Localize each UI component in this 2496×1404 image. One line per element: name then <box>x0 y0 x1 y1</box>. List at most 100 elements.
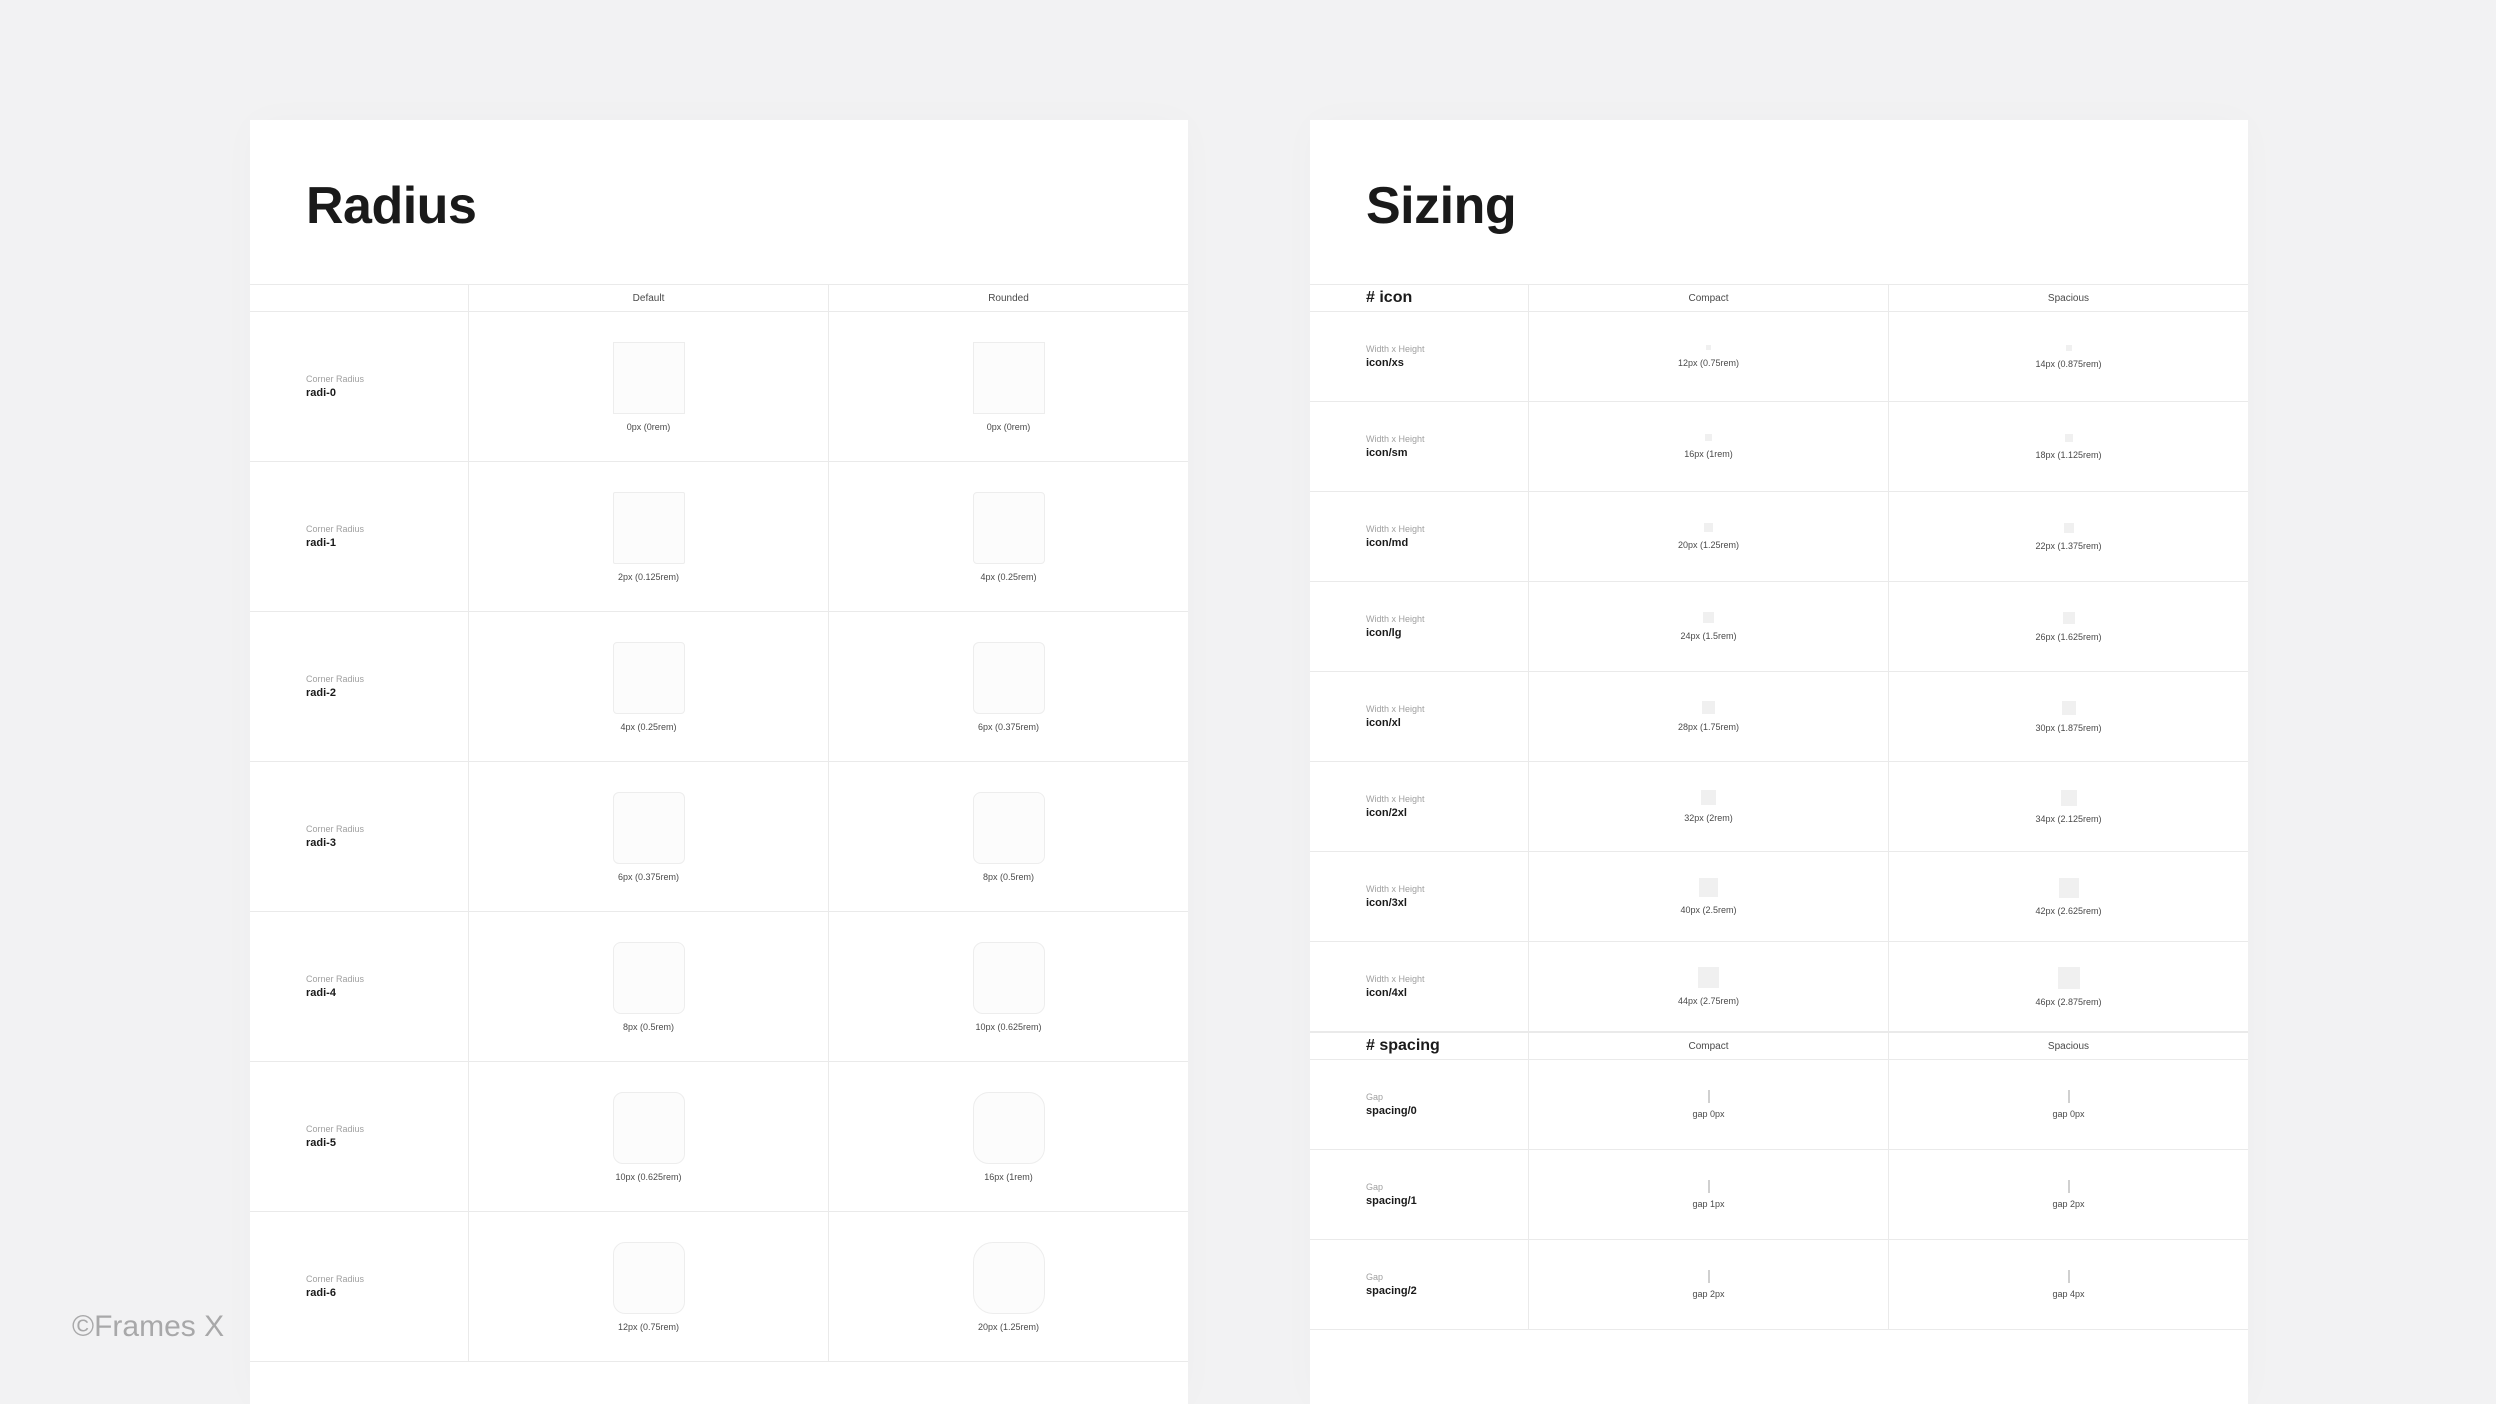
token-name: icon/lg <box>1366 627 1528 639</box>
spacing-value-spacious: gap 0px <box>2052 1109 2084 1119</box>
spacing-value-spacious: gap 4px <box>2052 1289 2084 1299</box>
icon-value-compact: 40px (2.5rem) <box>1680 905 1736 915</box>
radius-value-rounded: 16px (1rem) <box>984 1172 1033 1182</box>
icon-section-header: # icon <box>1310 289 1528 307</box>
radius-row: Corner Radius radi-0 0px (0rem) 0px (0rem) <box>250 312 1188 462</box>
radius-row: Corner Radiusradi-612px (0.75rem)20px (1… <box>250 1212 1188 1362</box>
icon-swatch-compact <box>1698 967 1719 988</box>
icon-size-row: Width x Heighticon/md20px (1.25rem)22px … <box>1310 492 2248 582</box>
token-name: icon/xl <box>1366 717 1528 729</box>
row-caption: Corner Radius <box>306 824 468 834</box>
spacing-col-compact: Compact <box>1528 1033 1888 1059</box>
spacing-bar-compact <box>1708 1270 1710 1283</box>
token-name: radi-5 <box>306 1137 468 1149</box>
icon-swatch-compact <box>1703 612 1714 623</box>
radius-value-default: 0px (0rem) <box>627 422 671 432</box>
sizing-col-compact: Compact <box>1528 285 1888 311</box>
radius-swatch-rounded <box>973 342 1045 414</box>
radius-grid: Default Rounded Corner Radius radi-0 0px (… <box>250 236 1188 1362</box>
icon-swatch-compact <box>1699 878 1718 897</box>
radius-swatch-rounded <box>973 492 1045 564</box>
row-caption: Width x Height <box>1366 974 1528 984</box>
icon-value-spacious: 26px (1.625rem) <box>2035 632 2101 642</box>
token-name: spacing/0 <box>1366 1105 1528 1117</box>
row-caption: Corner Radius <box>306 674 468 684</box>
icon-size-row: Width x Heighticon/xl28px (1.75rem)30px … <box>1310 672 2248 762</box>
spacing-bar-spacious <box>2068 1270 2070 1283</box>
radius-swatch-default <box>613 942 685 1014</box>
radius-swatch-default <box>613 1242 685 1314</box>
token-name: radi-4 <box>306 987 468 999</box>
radius-row: Corner Radius radi-2 4px (0.25rem) 6px (0.3… <box>250 612 1188 762</box>
sizing-panel: Sizing # icon Compact Spacious Width x H… <box>1310 120 2248 1404</box>
token-name: spacing/1 <box>1366 1195 1528 1207</box>
row-caption: Width x Height <box>1366 344 1528 354</box>
radius-row: Corner Radiusradi-48px (0.5rem)10px (0.6… <box>250 912 1188 1062</box>
token-name: icon/4xl <box>1366 987 1528 999</box>
row-caption: Width x Height <box>1366 434 1528 444</box>
token-name: radi-6 <box>306 1287 468 1299</box>
radius-value-rounded: 6px (0.375rem) <box>978 722 1039 732</box>
radius-swatch-default <box>613 342 685 414</box>
radius-swatch-default <box>613 642 685 714</box>
icon-value-compact: 32px (2rem) <box>1684 813 1733 823</box>
token-name: radi-1 <box>306 537 468 549</box>
icon-swatch-spacious <box>2061 790 2077 806</box>
icon-value-compact: 16px (1rem) <box>1684 449 1733 459</box>
radius-value-default: 4px (0.25rem) <box>620 722 676 732</box>
radius-col-default: Default <box>468 285 828 311</box>
token-name: icon/2xl <box>1366 807 1528 819</box>
token-name: icon/xs <box>1366 357 1528 369</box>
icon-swatch-compact <box>1702 701 1715 714</box>
radius-col-rounded: Rounded <box>828 285 1188 311</box>
row-caption: Gap <box>1366 1092 1528 1102</box>
row-caption: Corner Radius <box>306 374 468 384</box>
icon-swatch-spacious <box>2065 434 2073 442</box>
spacing-value-spacious: gap 2px <box>2052 1199 2084 1209</box>
icon-value-compact: 24px (1.5rem) <box>1680 631 1736 641</box>
radius-value-rounded: 8px (0.5rem) <box>983 872 1034 882</box>
radius-value-default: 12px (0.75rem) <box>618 1322 679 1332</box>
radius-swatch-rounded <box>973 792 1045 864</box>
icon-size-row: Width x Heighticon/3xl40px (2.5rem)42px … <box>1310 852 2248 942</box>
row-caption: Corner Radius <box>306 524 468 534</box>
icon-value-compact: 44px (2.75rem) <box>1678 996 1739 1006</box>
token-name: radi-2 <box>306 687 468 699</box>
spacing-row: Gap spacing/0 gap 0px gap 0px <box>1310 1060 2248 1150</box>
row-caption: Corner Radius <box>306 1274 468 1284</box>
radius-value-default: 2px (0.125rem) <box>618 572 679 582</box>
token-name: radi-0 <box>306 387 468 399</box>
token-name: icon/3xl <box>1366 897 1528 909</box>
radius-swatch-rounded <box>973 1242 1045 1314</box>
radius-value-default: 6px (0.375rem) <box>618 872 679 882</box>
icon-size-row: Width x Heighticon/lg24px (1.5rem)26px (… <box>1310 582 2248 672</box>
radius-swatch-rounded <box>973 942 1045 1014</box>
icon-swatch-spacious <box>2066 345 2072 351</box>
icon-swatch-spacious <box>2058 967 2080 989</box>
radius-title: Radius <box>250 120 1188 236</box>
icon-value-compact: 12px (0.75rem) <box>1678 358 1739 368</box>
row-caption: Width x Height <box>1366 794 1528 804</box>
radius-value-rounded: 10px (0.625rem) <box>975 1022 1041 1032</box>
radius-swatch-default <box>613 792 685 864</box>
radius-swatch-rounded <box>973 1092 1045 1164</box>
spacing-bar-compact <box>1708 1090 1710 1103</box>
icon-value-spacious: 42px (2.625rem) <box>2035 906 2101 916</box>
radius-swatch-default <box>613 1092 685 1164</box>
icon-swatch-compact <box>1701 790 1716 805</box>
radius-swatch-rounded <box>973 642 1045 714</box>
token-name: spacing/2 <box>1366 1285 1528 1297</box>
icon-swatch-compact <box>1704 523 1713 532</box>
spacing-value-compact: gap 1px <box>1692 1199 1724 1209</box>
row-caption: Gap <box>1366 1182 1528 1192</box>
spacing-section-header: # spacing <box>1310 1037 1528 1055</box>
spacing-value-compact: gap 0px <box>1692 1109 1724 1119</box>
spacing-col-spacious: Spacious <box>1888 1033 2248 1059</box>
row-caption: Corner Radius <box>306 974 468 984</box>
radius-value-rounded: 0px (0rem) <box>987 422 1031 432</box>
token-name: icon/sm <box>1366 447 1528 459</box>
watermark: ©Frames X <box>72 1310 224 1344</box>
radius-panel: Radius Default Rounded Corner Radius radi… <box>250 120 1188 1404</box>
icon-value-spacious: 30px (1.875rem) <box>2035 723 2101 733</box>
radius-swatch-default <box>613 492 685 564</box>
